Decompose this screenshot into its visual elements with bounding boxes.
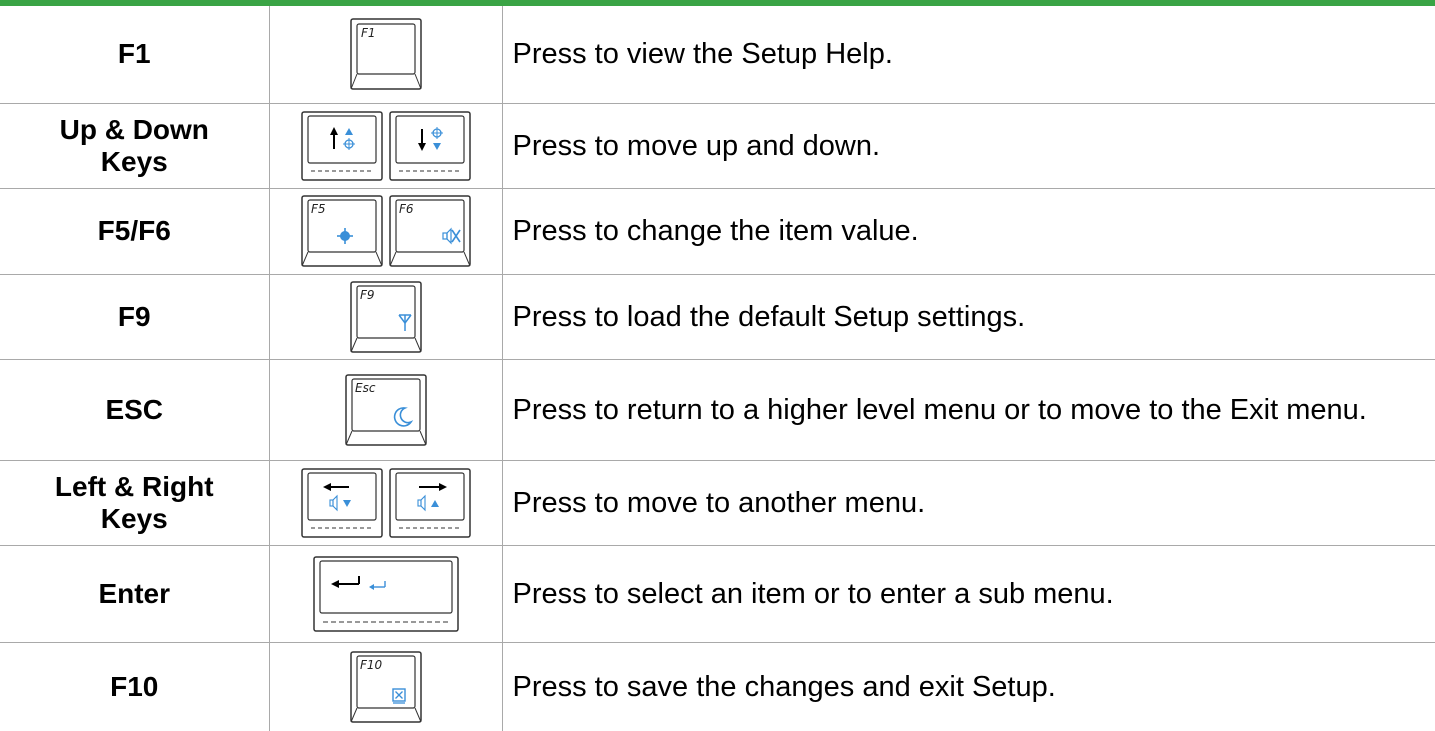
key-cap: F5 bbox=[300, 195, 383, 267]
key-name: F9 bbox=[0, 274, 269, 360]
table-row: F10 F10 Press to save the changes and ex… bbox=[0, 642, 1435, 731]
key-cap-label: F1 bbox=[361, 26, 376, 40]
key-cap: Esc bbox=[344, 373, 427, 446]
table-row: F9 F9 Press to load the default Setup se… bbox=[0, 274, 1435, 360]
key-cap-label: F5 bbox=[311, 202, 326, 216]
key-illustration bbox=[268, 545, 503, 643]
key-description: Press to change the item value. bbox=[502, 188, 1435, 275]
key-cap bbox=[388, 110, 471, 181]
key-description: Press to view the Setup Help. bbox=[502, 6, 1435, 104]
key-name: Left & Right Keys bbox=[0, 460, 269, 546]
table-row: ESC Esc Press to return to a higher leve… bbox=[0, 359, 1435, 461]
key-description: Press to move to another menu. bbox=[502, 460, 1435, 546]
key-name: F5/F6 bbox=[0, 188, 269, 275]
key-description: Press to load the default Setup settings… bbox=[502, 274, 1435, 360]
key-illustration: F1 bbox=[268, 6, 503, 104]
key-illustration bbox=[268, 103, 503, 189]
key-cap: F10 bbox=[349, 651, 422, 723]
key-name: F1 bbox=[0, 6, 269, 104]
key-cap: F6 bbox=[388, 195, 471, 267]
key-illustration bbox=[268, 460, 503, 546]
key-illustration: F5 F6 bbox=[268, 188, 503, 275]
key-cap-label: F9 bbox=[360, 288, 375, 302]
key-cap-label: F10 bbox=[360, 658, 383, 672]
key-name: ESC bbox=[0, 359, 269, 461]
key-cap: F1 bbox=[349, 18, 422, 90]
key-name: Enter bbox=[0, 545, 269, 643]
table-row: Left & Right Keys Press to move to anoth… bbox=[0, 460, 1435, 546]
key-cap bbox=[300, 110, 383, 181]
key-illustration: F9 bbox=[268, 274, 503, 360]
table-row: F5/F6 F5 F6 Press to change the item val… bbox=[0, 188, 1435, 275]
key-cap-label: Esc bbox=[355, 381, 376, 395]
table-row: Up & Down Keys Press to move up and down… bbox=[0, 103, 1435, 189]
key-cap-label: F6 bbox=[399, 202, 414, 216]
key-name: F10 bbox=[110, 670, 159, 702]
key-cap bbox=[388, 467, 471, 538]
key-description: Press to select an item or to enter a su… bbox=[502, 545, 1435, 643]
key-cap: F9 bbox=[349, 280, 422, 353]
key-name: Up & Down Keys bbox=[0, 103, 269, 189]
key-cap bbox=[300, 467, 383, 538]
key-cap bbox=[312, 555, 459, 632]
key-illustration: Esc bbox=[268, 359, 503, 461]
bios-keys-table: F1 F1 Press to view the Setup Help. Up &… bbox=[0, 6, 1435, 731]
key-description: Press to move up and down. bbox=[502, 103, 1435, 189]
key-description: Press to save the changes and exit Setup… bbox=[512, 670, 1056, 703]
key-illustration: F10 bbox=[268, 642, 503, 731]
table-row: Enter Press to select an item or to ente… bbox=[0, 545, 1435, 643]
table-row: F1 F1 Press to view the Setup Help. bbox=[0, 6, 1435, 104]
key-description: Press to return to a higher level menu o… bbox=[502, 359, 1435, 461]
